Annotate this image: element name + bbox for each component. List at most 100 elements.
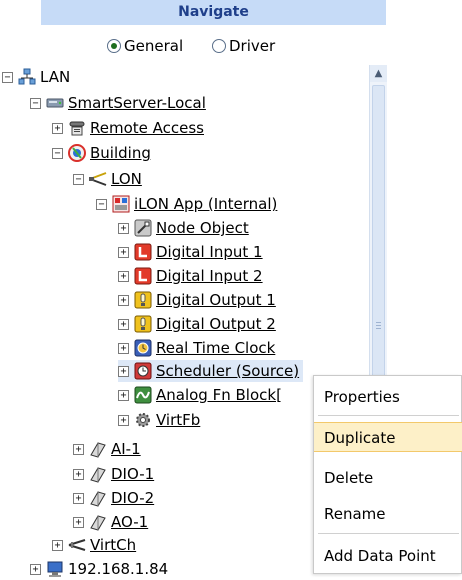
tree-label[interactable]: VirtFb	[156, 411, 200, 429]
tree-label[interactable]: Digital Output 1	[156, 291, 276, 309]
server-device-icon	[46, 94, 64, 112]
device-icon	[89, 513, 107, 531]
menu-item-delete[interactable]: Delete	[314, 463, 462, 493]
expand-toggle-icon[interactable]: +	[118, 365, 129, 377]
digital-input-icon	[134, 267, 152, 285]
analog-fn-block-icon	[134, 386, 152, 404]
tree-label[interactable]: LON	[111, 170, 142, 188]
tree-node-dio-1[interactable]: + DIO-1	[73, 463, 154, 485]
tree-node-lon[interactable]: − LON	[73, 168, 142, 190]
radio-driver[interactable]: Driver	[212, 37, 275, 55]
tree-node-smartserver-local[interactable]: − SmartServer-Local	[30, 92, 206, 114]
device-icon	[89, 489, 107, 507]
expand-toggle-icon[interactable]: +	[118, 222, 129, 234]
tree-label[interactable]: Building	[90, 144, 151, 162]
scheduler-icon	[134, 362, 152, 380]
node-object-icon	[134, 219, 152, 237]
gear-icon	[134, 411, 152, 429]
tree-node-remote-access[interactable]: + Remote Access	[52, 117, 204, 139]
telephone-icon	[68, 119, 86, 137]
tree-node-dio-2[interactable]: + DIO-2	[73, 487, 154, 509]
tree-node-virtfb[interactable]: + VirtFb	[118, 409, 200, 431]
tree-label[interactable]: LAN	[40, 68, 70, 86]
radio-general[interactable]: General	[107, 37, 183, 55]
digital-output-icon	[134, 291, 152, 309]
radio-driver-label[interactable]: Driver	[229, 37, 275, 55]
expand-toggle-icon[interactable]: +	[118, 342, 129, 354]
menu-item-duplicate[interactable]: Duplicate	[314, 422, 462, 452]
tree-label[interactable]: SmartServer-Local	[68, 94, 206, 112]
tree-node-virtch[interactable]: + VirtCh	[52, 534, 136, 556]
expand-toggle-icon[interactable]: +	[52, 539, 63, 551]
collapse-toggle-icon[interactable]: −	[30, 97, 41, 109]
expand-toggle-icon[interactable]: +	[73, 443, 84, 455]
tree-label[interactable]: Remote Access	[90, 119, 204, 137]
tree-label[interactable]: Digital Input 2	[156, 267, 263, 285]
tree-node-digital-input-2[interactable]: + Digital Input 2	[118, 265, 263, 287]
tree-label[interactable]: DIO-2	[111, 489, 154, 507]
tree-label[interactable]: Digital Input 1	[156, 243, 263, 261]
expand-toggle-icon[interactable]: +	[73, 468, 84, 480]
tree-node-ip-192-168-1-84[interactable]: + 192.168.1.84	[30, 558, 168, 580]
expand-toggle-icon[interactable]: +	[118, 270, 129, 282]
scroll-up-arrow-icon[interactable]: ▲	[370, 65, 387, 82]
tree-node-digital-output-2[interactable]: + Digital Output 2	[118, 313, 276, 335]
tree-node-digital-output-1[interactable]: + Digital Output 1	[118, 289, 276, 311]
tree-node-ao-1[interactable]: + AO-1	[73, 511, 148, 533]
expand-toggle-icon[interactable]: +	[118, 294, 129, 306]
navigate-header: Navigate	[41, 0, 386, 25]
expand-toggle-icon[interactable]: +	[73, 492, 84, 504]
device-icon	[89, 465, 107, 483]
menu-item-rename[interactable]: Rename	[314, 499, 462, 529]
menu-item-add-data-point[interactable]: Add Data Point	[314, 541, 462, 571]
tree-label[interactable]: Scheduler (Source)	[156, 362, 299, 380]
context-menu: Properties Duplicate Delete Rename Add D…	[313, 375, 462, 574]
digital-output-icon	[134, 315, 152, 333]
radio-driver-indicator[interactable]	[212, 39, 226, 53]
tree-label[interactable]: VirtCh	[90, 536, 136, 554]
digital-input-icon	[134, 243, 152, 261]
tree-label[interactable]: Node Object	[156, 219, 249, 237]
expand-toggle-icon[interactable]: +	[118, 389, 129, 401]
tree-node-lan[interactable]: − LAN	[2, 66, 70, 88]
collapse-toggle-icon[interactable]: −	[96, 198, 107, 210]
mode-selector: General Driver	[41, 25, 386, 65]
tree-node-digital-input-1[interactable]: + Digital Input 1	[118, 241, 263, 263]
tree-node-analog-fn-block[interactable]: + Analog Fn Block[	[118, 384, 282, 406]
radio-general-indicator[interactable]	[107, 39, 121, 53]
tree-label[interactable]: Digital Output 2	[156, 315, 276, 333]
tree-label[interactable]: 192.168.1.84	[68, 560, 168, 578]
navigate-title: Navigate	[178, 4, 249, 20]
tree-node-scheduler-source[interactable]: + Scheduler (Source)	[118, 360, 304, 382]
menu-separator	[318, 415, 459, 416]
computer-icon	[46, 560, 64, 578]
expand-toggle-icon[interactable]: +	[118, 246, 129, 258]
expand-toggle-icon[interactable]: +	[118, 414, 129, 426]
tree-label[interactable]: iLON App (Internal)	[134, 195, 277, 213]
tree-node-node-object[interactable]: + Node Object	[118, 217, 249, 239]
tree-node-ai-1[interactable]: + AI-1	[73, 438, 141, 460]
tree-node-ilon-app[interactable]: − iLON App (Internal)	[96, 193, 277, 215]
menu-item-properties[interactable]: Properties	[314, 382, 462, 412]
building-logo-icon	[68, 144, 86, 162]
tree-node-real-time-clock[interactable]: + Real Time Clock	[118, 337, 275, 359]
collapse-toggle-icon[interactable]: −	[2, 71, 13, 83]
expand-toggle-icon[interactable]: +	[52, 122, 63, 134]
clock-icon	[134, 339, 152, 357]
tree-label[interactable]: AI-1	[111, 440, 141, 458]
device-icon	[89, 440, 107, 458]
menu-separator	[318, 533, 459, 534]
tree-label[interactable]: Real Time Clock	[156, 339, 275, 357]
collapse-toggle-icon[interactable]: −	[52, 147, 63, 159]
tree-label[interactable]: Analog Fn Block[	[156, 386, 282, 404]
virtual-channel-icon	[68, 536, 86, 554]
tree-label[interactable]: AO-1	[111, 513, 148, 531]
tree-node-building[interactable]: − Building	[52, 142, 151, 164]
tree-label[interactable]: DIO-1	[111, 465, 154, 483]
expand-toggle-icon[interactable]: +	[73, 516, 84, 528]
expand-toggle-icon[interactable]: +	[30, 563, 41, 575]
lon-network-icon	[89, 170, 107, 188]
radio-general-label[interactable]: General	[124, 37, 183, 55]
expand-toggle-icon[interactable]: +	[118, 318, 129, 330]
collapse-toggle-icon[interactable]: −	[73, 173, 84, 185]
